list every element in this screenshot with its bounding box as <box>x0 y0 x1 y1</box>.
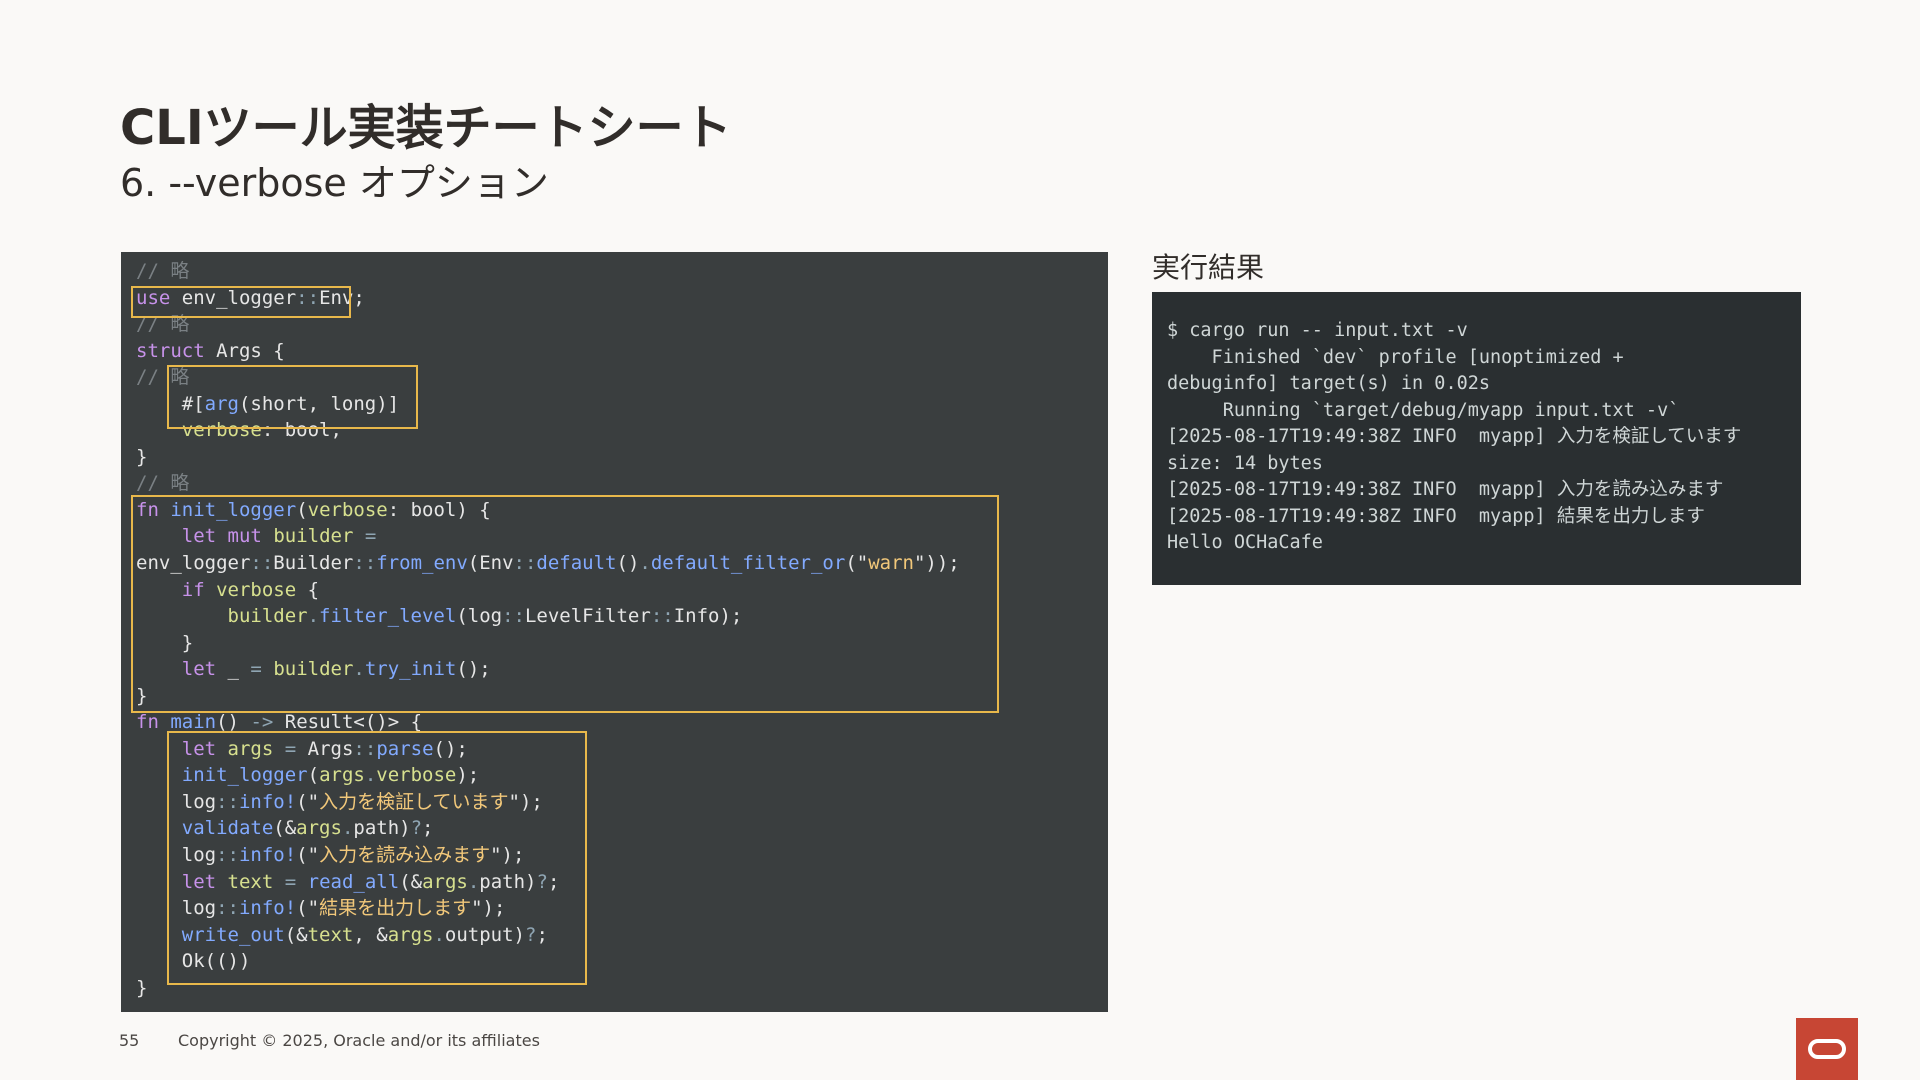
terminal-line: debuginfo] target(s) in 0.02s <box>1167 373 1491 394</box>
terminal-line: [2025-08-17T19:49:38Z INFO myapp] 入力を読み込… <box>1167 479 1724 500</box>
code-line: } <box>136 976 148 999</box>
oracle-logo-shape <box>1808 1039 1846 1059</box>
terminal-line: [2025-08-17T19:49:38Z INFO myapp] 入力を検証し… <box>1167 426 1742 447</box>
terminal-line: [2025-08-17T19:49:38Z INFO myapp] 結果を出力し… <box>1167 505 1705 527</box>
page-number: 55 <box>119 1031 140 1050</box>
oracle-logo-icon <box>1796 1018 1858 1080</box>
terminal-line: $ cargo run -- input.txt -v <box>1167 320 1468 341</box>
terminal-line: size: 14 bytes <box>1167 452 1323 474</box>
code-line: struct Args { <box>136 339 285 362</box>
terminal-line: Finished `dev` profile [unoptimized + <box>1167 346 1624 368</box>
copyright-text: Copyright © 2025, Oracle and/or its affi… <box>178 1031 540 1050</box>
highlight-main-body <box>167 731 587 985</box>
code-panel: // 略 use env_logger::Env; // 略 struct Ar… <box>121 252 1108 1012</box>
code-line: // 略 <box>136 260 190 282</box>
code-line: fn main() -> Result<()> { <box>136 711 423 734</box>
result-label: 実行結果 <box>1152 251 1265 284</box>
code-line: // 略 <box>136 472 190 495</box>
terminal-line: Running `target/debug/myapp input.txt -v… <box>1167 399 1680 421</box>
terminal-line: Hello OCHaCafe <box>1167 532 1323 553</box>
highlight-verbose-field <box>167 365 418 429</box>
highlight-init-logger <box>131 495 999 713</box>
slide-subtitle: 6. --verbose オプション <box>120 161 549 205</box>
code-line: } <box>136 445 148 468</box>
terminal-text: $ cargo run -- input.txt -v Finished `de… <box>1167 318 1741 557</box>
slide-title: CLIツール実装チートシート <box>120 100 732 156</box>
highlight-use-statement <box>131 286 351 318</box>
terminal-output: $ cargo run -- input.txt -v Finished `de… <box>1152 292 1801 585</box>
